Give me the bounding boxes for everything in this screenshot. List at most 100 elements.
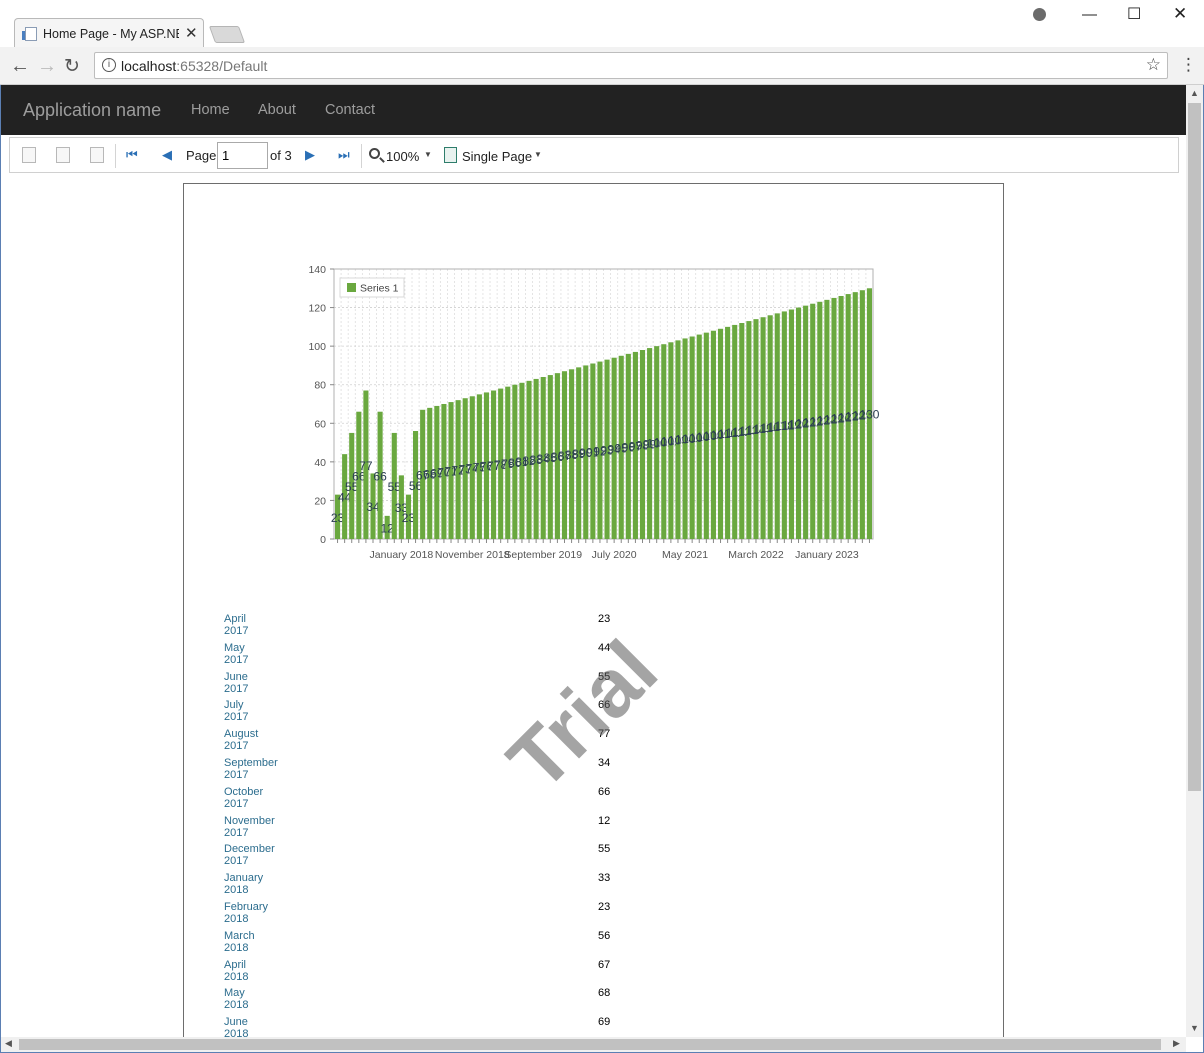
parameters-icon[interactable] — [56, 147, 70, 163]
table-row-value: 66 — [598, 785, 611, 798]
browser-menu-icon[interactable]: ⋮ — [1180, 55, 1197, 75]
view-mode-dropdown-icon[interactable]: ▼ — [534, 150, 542, 159]
x-tick-label: January 2023 — [795, 549, 859, 561]
page-count-label: of 3 — [270, 148, 292, 163]
vertical-scrollbar[interactable]: ▲ ▼ — [1186, 85, 1203, 1037]
table-row-value: 12 — [598, 814, 611, 827]
table-row-label[interactable]: April 2018 — [224, 959, 248, 983]
reload-icon[interactable]: ↻ — [64, 55, 80, 78]
legend-label: Series 1 — [360, 283, 399, 295]
minimize-icon[interactable]: — — [1082, 6, 1097, 23]
x-tick-label: November 2018 — [435, 549, 510, 561]
y-tick-label: 40 — [314, 457, 326, 469]
table-row-value: 23 — [598, 901, 611, 913]
table-row-label[interactable]: August 2017 — [224, 728, 258, 752]
vertical-scroll-thumb[interactable] — [1188, 103, 1201, 791]
nav-home-link[interactable]: Home — [191, 102, 230, 118]
forward-arrow-icon[interactable]: → — [37, 55, 57, 78]
toolbar-separator — [361, 144, 362, 168]
zoom-level[interactable]: 100% — [386, 149, 419, 164]
profile-icon[interactable] — [1033, 8, 1046, 21]
horizontal-scroll-thumb[interactable] — [19, 1039, 1161, 1050]
app-navbar: Application name Home About Contact — [1, 85, 1186, 135]
page-label: Page — [186, 148, 217, 163]
y-tick-label: 60 — [314, 418, 326, 430]
zoom-icon[interactable] — [369, 148, 380, 159]
tab-strip: Home Page - My ASP.NET ✕ — ☐ ✕ — [0, 0, 1204, 48]
y-tick-label: 0 — [320, 534, 326, 546]
scroll-left-icon[interactable]: ◀ — [5, 1038, 12, 1049]
table-row-label[interactable]: January 2018 — [224, 872, 263, 896]
window-close-icon[interactable]: ✕ — [1173, 4, 1187, 24]
table-row-value: 56 — [598, 929, 611, 942]
table-row-label[interactable]: May 2018 — [224, 987, 248, 1011]
table-row-value: 33 — [598, 872, 611, 885]
url-text[interactable]: localhost:65328/Default — [121, 58, 267, 74]
scroll-up-icon[interactable]: ▲ — [1190, 88, 1199, 98]
tab-close-icon[interactable]: ✕ — [185, 24, 198, 42]
x-tick-label: March 2022 — [728, 549, 784, 561]
table-row-label[interactable]: April 2017 — [224, 613, 248, 637]
bar-data-label: 77 — [359, 459, 373, 473]
table-row-value: 68 — [598, 987, 611, 1000]
table-row-label[interactable]: March 2018 — [224, 930, 255, 954]
next-page-icon[interactable]: ▶ — [305, 147, 315, 163]
zoom-dropdown-icon[interactable]: ▼ — [424, 150, 432, 159]
view-mode-label[interactable]: Single Page — [462, 149, 532, 164]
url-host: localhost — [121, 58, 177, 74]
table-row-label[interactable]: July 2017 — [224, 699, 248, 723]
new-tab-button[interactable] — [208, 26, 246, 43]
table-row-value: 67 — [598, 958, 611, 971]
x-tick-label: January 2018 — [370, 549, 434, 561]
x-tick-label: May 2021 — [662, 549, 708, 561]
first-page-icon[interactable]: ⏮ — [126, 147, 138, 163]
x-tick-label: September 2019 — [504, 549, 582, 561]
table-row-value: 69 — [598, 1016, 611, 1029]
table-row-value: 55 — [598, 843, 611, 856]
browser-tab[interactable]: Home Page - My ASP.NET ✕ — [14, 18, 204, 48]
maximize-icon[interactable]: ☐ — [1127, 4, 1141, 24]
trial-watermark: Trial — [491, 623, 675, 808]
table-row-label[interactable]: October 2017 — [224, 786, 263, 810]
table-row-label[interactable]: December 2017 — [224, 843, 275, 867]
nav-about-link[interactable]: About — [258, 102, 296, 118]
copy-pages-icon[interactable] — [90, 147, 104, 163]
document-map-icon[interactable] — [22, 147, 36, 163]
table-row-label[interactable]: November 2017 — [224, 815, 275, 839]
table-row-label[interactable]: February 2018 — [224, 901, 268, 925]
page-number-input[interactable] — [217, 142, 268, 169]
scroll-down-icon[interactable]: ▼ — [1190, 1023, 1199, 1033]
y-tick-label: 80 — [314, 380, 326, 392]
url-path: :65328/Default — [176, 58, 268, 74]
site-info-icon[interactable]: i — [102, 58, 116, 72]
back-arrow-icon[interactable]: ← — [10, 55, 30, 78]
address-toolbar: ← → ↻ i localhost:65328/Default ☆ ⋮ — [0, 47, 1204, 85]
bar-data-label: 130 — [859, 408, 879, 422]
page-favicon-icon — [22, 27, 37, 41]
table-row-label[interactable]: June 2017 — [224, 671, 248, 695]
report-viewer-toolbar: ⏮ ◀ Page of 3 ▶ ⏭ 100% ▼ Single Page ▼ — [9, 137, 1179, 173]
y-tick-label: 120 — [308, 303, 326, 315]
toolbar-separator — [115, 144, 116, 168]
legend-swatch — [347, 283, 356, 292]
tab-title: Home Page - My ASP.NET — [43, 27, 179, 41]
bookmark-star-icon[interactable]: ☆ — [1146, 55, 1161, 75]
table-row-label[interactable]: June 2018 — [224, 1016, 248, 1037]
report-page: 0 20 40 60 80 100 120 140 23 44 55 66 77 34 66 12 55 33 23… — [183, 183, 1004, 1037]
nav-contact-link[interactable]: Contact — [325, 102, 375, 118]
table-row-label[interactable]: May 2017 — [224, 642, 248, 666]
y-tick-label: 140 — [308, 264, 326, 276]
bar-data-label: 66 — [373, 469, 387, 483]
previous-page-icon[interactable]: ◀ — [162, 147, 172, 163]
app-brand-link[interactable]: Application name — [23, 100, 161, 121]
horizontal-scrollbar[interactable]: ◀ ▶ — [1, 1037, 1186, 1052]
table-row-label[interactable]: September 2017 — [224, 757, 278, 781]
page-viewport: Application name Home About Contact ⏮ ◀ … — [1, 85, 1186, 1037]
single-page-icon[interactable] — [444, 147, 457, 163]
x-tick-label: July 2020 — [592, 549, 637, 561]
y-tick-label: 20 — [314, 495, 326, 507]
y-tick-label: 100 — [308, 341, 326, 353]
last-page-icon[interactable]: ⏭ — [338, 147, 350, 163]
address-bar[interactable]: i localhost:65328/Default ☆ — [94, 52, 1168, 79]
scroll-right-icon[interactable]: ▶ — [1173, 1038, 1180, 1049]
